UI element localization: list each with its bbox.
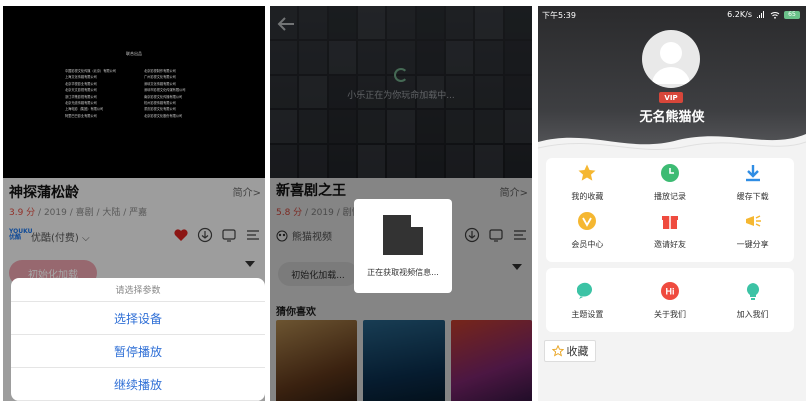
loading-toast: 正在获取视频信息...: [354, 199, 452, 293]
credit-line: 阿里巴巴影业有限公司: [65, 113, 97, 118]
credit-line: 北京光线传媒有限公司: [65, 100, 97, 105]
menu-item[interactable]: 邀请好友: [629, 206, 712, 254]
username: 无名熊猫侠: [639, 110, 705, 125]
menu-item-label: 播放记录: [653, 191, 686, 201]
pause-option[interactable]: 暂停播放: [11, 335, 265, 368]
favorite-label: 收藏: [566, 345, 589, 358]
menu-item[interactable]: 主题设置: [546, 268, 629, 332]
menu-item-label: 邀请好友: [653, 239, 686, 249]
star-outline-icon: [551, 345, 564, 357]
profile-panel: 下午5:39 6.2K/s 65 VIP 无名熊猫侠 我的收藏 播放记录 缓存下载会…: [538, 6, 806, 401]
credit-line: 北京影视制作有限公司: [144, 69, 176, 73]
svg-text:Hi: Hi: [665, 286, 674, 296]
menu-item-label: 缓存下载: [736, 191, 769, 201]
battery-icon: 65: [784, 10, 800, 19]
network-speed: 6.2K/s: [727, 10, 752, 19]
video-icon: [383, 215, 423, 255]
credit-line: 中国影视文化传媒（北京）有限公司: [65, 69, 116, 73]
credit-line: 杭州影视传媒有限公司: [144, 100, 176, 105]
feature-card: 我的收藏 播放记录 缓存下载会员中心 邀请好友 一键分享: [546, 158, 794, 262]
vip-badge: VIP: [659, 92, 683, 103]
credit-line: 重庆影视文化有限公司: [144, 107, 176, 112]
credits-list: 中国影视文化传媒（北京）有限公司 北京影视制作有限公司上海文化传媒有限公司 广州影视…: [65, 68, 215, 118]
credit-line: 上海文化传媒有限公司: [65, 75, 97, 80]
sheet-hint: 请选择参数: [11, 278, 265, 302]
menu-item-label: 加入我们: [736, 309, 769, 319]
clock-icon: [660, 163, 680, 187]
menu-item-label: 会员中心: [571, 239, 604, 249]
action-sheet: 请选择参数 选择设备 暂停播放 继续播放: [11, 278, 265, 401]
select-device-option[interactable]: 选择设备: [11, 302, 265, 335]
status-icons: 6.2K/s 65: [727, 10, 800, 19]
video-player[interactable]: 联合出品 中国影视文化传媒（北京）有限公司 北京影视制作有限公司上海文化传媒有限公…: [3, 6, 265, 178]
credit-line: 深圳市影视文化传媒有限公司: [144, 88, 186, 93]
signal-icon: [757, 10, 764, 18]
status-bar: 下午5:39 6.2K/s 65: [542, 10, 800, 22]
download-icon: [743, 163, 763, 187]
menu-item[interactable]: 一键分享: [711, 206, 794, 254]
menu-item[interactable]: Hi 关于我们: [629, 268, 712, 332]
credits-title: 联合出品: [126, 51, 142, 56]
settings-card: 主题设置 Hi 关于我们 加入我们: [546, 268, 794, 332]
share-icon: [743, 211, 763, 235]
avatar[interactable]: [642, 30, 700, 88]
detail-panel-2: 小乐正在为你玩命加载中... 新喜剧之王 简介> 5.8 分 / 2019 / …: [270, 6, 532, 401]
menu-item[interactable]: 缓存下载: [711, 158, 794, 206]
credit-line: 北京华视影业有限公司: [65, 81, 97, 86]
credit-line: 广州影视文化有限公司: [144, 75, 176, 80]
menu-item-label: 主题设置: [571, 309, 604, 319]
menu-item-label: 关于我们: [653, 309, 686, 319]
credit-line: 浙江华策影视有限公司: [65, 94, 97, 99]
menu-item[interactable]: 加入我们: [711, 268, 794, 332]
credit-line: 深圳文化传媒有限公司: [144, 81, 176, 86]
menu-item-label: 一键分享: [736, 239, 769, 249]
join-icon: [743, 281, 763, 305]
credit-line: 南京影视文化传播有限公司: [144, 94, 183, 99]
credit-line: 北京影视文化股份有限公司: [144, 113, 183, 118]
menu-item[interactable]: 会员中心: [546, 206, 629, 254]
vip-icon: [577, 211, 597, 235]
gift-icon: [660, 211, 680, 235]
menu-item[interactable]: 播放记录: [629, 158, 712, 206]
resume-option[interactable]: 继续播放: [11, 368, 265, 401]
theme-icon: [577, 281, 597, 305]
star-icon: [577, 163, 597, 187]
status-time: 下午5:39: [542, 11, 576, 20]
favorite-button[interactable]: 收藏: [544, 340, 596, 362]
about-icon: Hi: [660, 281, 680, 305]
menu-item[interactable]: 我的收藏: [546, 158, 629, 206]
credit-line: 北京天文影视有限公司: [65, 88, 97, 93]
wifi-icon: [770, 11, 780, 19]
toast-text: 正在获取视频信息...: [367, 268, 439, 277]
credit-line: 上海电影（集团）有限公司: [65, 107, 104, 112]
menu-item-label: 我的收藏: [571, 191, 604, 201]
detail-panel-1: 联合出品 中国影视文化传媒（北京）有限公司 北京影视制作有限公司上海文化传媒有限公…: [3, 6, 265, 401]
